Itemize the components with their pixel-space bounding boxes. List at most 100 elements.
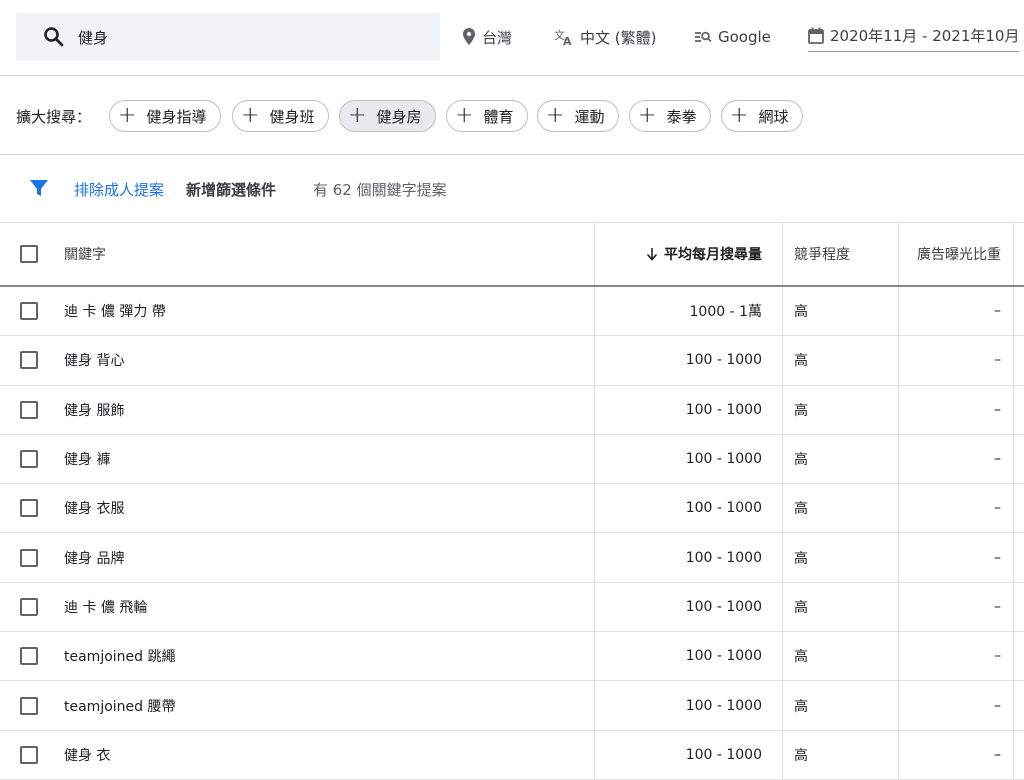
broaden-chip[interactable]: + 健身班	[232, 100, 330, 132]
column-header-avg-monthly[interactable]: 平均每月搜尋量	[594, 223, 782, 285]
keyword-cell: teamjoined 跳繩	[64, 649, 176, 666]
competition-cell: 高	[782, 484, 898, 533]
broaden-chip[interactable]: + 健身房	[339, 100, 437, 132]
broaden-chip[interactable]: + 健身指導	[109, 100, 222, 132]
location-filter[interactable]: 台灣	[462, 25, 512, 49]
table-row: 健身 褲 100 - 1000 高 –	[0, 434, 1024, 485]
location-label: 台灣	[482, 28, 513, 47]
table-row: 迪 卡 儂 飛輪 100 - 1000 高 –	[0, 582, 1024, 633]
row-checkbox[interactable]	[20, 745, 38, 764]
row-checkbox[interactable]	[20, 548, 38, 567]
column-header-keyword[interactable]: 關鍵字	[64, 223, 584, 285]
avg-monthly-cell: 1000 - 1萬	[594, 287, 782, 336]
plus-icon: +	[455, 103, 474, 128]
table-row: teamjoined 腰帶 100 - 1000 高 –	[0, 681, 1024, 731]
chip-label: 健身指導	[146, 107, 207, 126]
sort-down-arrow-icon	[646, 248, 658, 261]
column-header-competition[interactable]: 競爭程度	[782, 223, 898, 285]
chip-label: 網球	[758, 107, 789, 126]
plus-icon: +	[118, 103, 137, 128]
plus-icon: +	[348, 103, 367, 128]
result-count: 有 62 個關鍵字提案	[313, 181, 447, 199]
broaden-chip[interactable]: + 網球	[721, 100, 804, 132]
row-checkbox-cell	[20, 386, 44, 434]
row-checkbox-cell	[20, 336, 44, 384]
avg-monthly-label: 平均每月搜尋量	[664, 247, 762, 263]
competition-cell: 高	[782, 730, 898, 779]
table-row: 健身 衣服 100 - 1000 高 –	[0, 484, 1024, 534]
plus-icon: +	[638, 103, 657, 128]
plus-icon: +	[241, 103, 260, 128]
chip-label: 運動	[574, 107, 605, 126]
keyword-cell: 健身 衣	[64, 747, 111, 764]
svg-text:A: A	[563, 35, 572, 46]
keyword-cell: 健身 品牌	[64, 550, 125, 567]
row-checkbox[interactable]	[20, 302, 38, 321]
language-filter[interactable]: 文 A 中文 (繁體)	[554, 25, 656, 49]
table-row: 健身 服飾 100 - 1000 高 –	[0, 385, 1024, 435]
impression-share-cell: –	[898, 434, 1014, 484]
row-checkbox-cell	[20, 731, 44, 779]
table-row: 健身 衣 100 - 1000 高 –	[0, 730, 1024, 780]
chip-label: 健身班	[269, 107, 315, 126]
impression-share-cell: –	[898, 287, 1014, 336]
row-checkbox[interactable]	[20, 696, 38, 715]
row-checkbox[interactable]	[20, 597, 38, 616]
avg-monthly-cell: 100 - 1000	[594, 582, 782, 632]
competition-cell: 高	[782, 336, 898, 385]
plus-icon: +	[730, 103, 749, 128]
search-box[interactable]	[16, 13, 440, 61]
keyword-cell: teamjoined 腰帶	[64, 698, 176, 715]
row-checkbox-cell	[20, 287, 44, 335]
row-checkbox[interactable]	[20, 351, 38, 370]
competition-cell: 高	[782, 385, 898, 434]
select-all-checkbox[interactable]	[20, 245, 38, 263]
filter-icon[interactable]	[28, 177, 50, 199]
impression-share-cell: –	[898, 730, 1014, 779]
network-filter[interactable]: Google	[694, 25, 771, 49]
plus-icon: +	[546, 103, 565, 128]
avg-monthly-cell: 100 - 1000	[594, 385, 782, 434]
calendar-icon	[808, 27, 824, 44]
column-header-impression-share[interactable]: 廣告曝光比重	[898, 223, 1014, 285]
row-checkbox[interactable]	[20, 647, 38, 666]
broaden-chip[interactable]: + 體育	[446, 100, 529, 132]
search-input[interactable]	[78, 28, 418, 46]
row-checkbox[interactable]	[20, 499, 38, 518]
competition-cell: 高	[782, 632, 898, 681]
table-row: teamjoined 跳繩 100 - 1000 高 –	[0, 632, 1024, 682]
date-range-filter[interactable]: 2020年11月 - 2021年10月	[808, 24, 1020, 52]
row-checkbox-cell	[20, 632, 44, 680]
date-range-label: 2020年11月 - 2021年10月	[830, 27, 1020, 45]
impression-share-cell: –	[898, 582, 1014, 632]
chip-label: 健身房	[376, 107, 422, 126]
network-label: Google	[718, 28, 771, 46]
select-all-cell	[20, 223, 44, 285]
language-label: 中文 (繁體)	[580, 28, 657, 47]
exclude-adult-link[interactable]: 排除成人提案	[74, 179, 164, 200]
keyword-cell: 健身 服飾	[64, 402, 125, 419]
row-checkbox[interactable]	[20, 450, 38, 469]
keyword-cell: 健身 背心	[64, 353, 125, 370]
chip-label: 體育	[483, 107, 514, 126]
competition-cell: 高	[782, 681, 898, 730]
row-checkbox-cell	[20, 583, 44, 631]
competition-cell: 高	[782, 287, 898, 336]
avg-monthly-cell: 100 - 1000	[594, 434, 782, 484]
broaden-chip[interactable]: + 運動	[537, 100, 620, 132]
top-bar: 台灣 文 A 中文 (繁體) Google 2020年11月 - 2021年10…	[0, 0, 1024, 76]
broaden-chip[interactable]: + 泰拳	[629, 100, 712, 132]
filter-row: 排除成人提案 新增篩選條件 有 62 個關鍵字提案	[0, 155, 1024, 223]
impression-share-cell: –	[898, 632, 1014, 681]
keyword-table: 關鍵字 平均每月搜尋量 競爭程度 廣告曝光比重 迪 卡 儂 彈力 帶 1000 …	[0, 223, 1024, 780]
avg-monthly-cell: 100 - 1000	[594, 533, 782, 582]
row-checkbox-cell	[20, 435, 44, 483]
broaden-search-bar: 擴大搜尋： + 健身指導 + 健身班 + 健身房 + 體育 + 運動 + 泰拳 …	[0, 76, 1024, 155]
impression-share-cell: –	[898, 484, 1014, 533]
search-icon	[44, 27, 64, 47]
impression-share-cell: –	[898, 336, 1014, 385]
keyword-cell: 迪 卡 儂 飛輪	[64, 599, 148, 616]
row-checkbox-cell	[20, 533, 44, 581]
row-checkbox[interactable]	[20, 400, 38, 419]
add-filter-button[interactable]: 新增篩選條件	[186, 179, 276, 200]
